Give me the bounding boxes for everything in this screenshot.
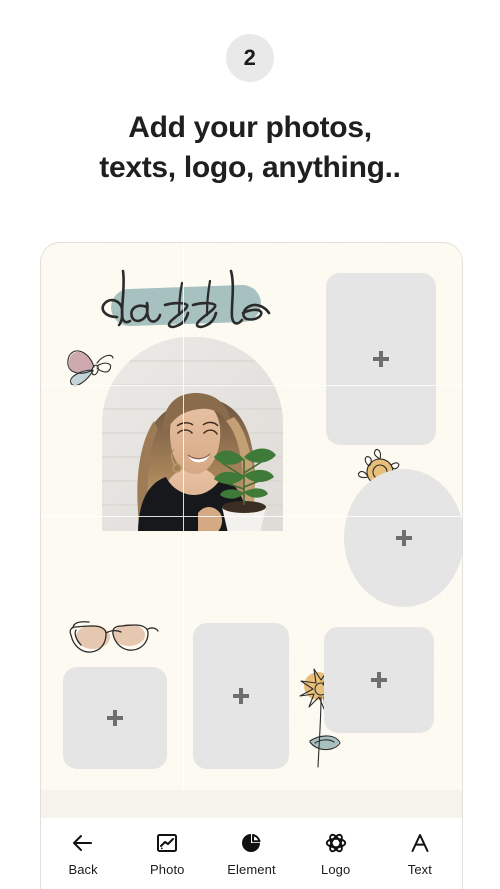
toolbar-label-logo: Logo xyxy=(320,861,351,877)
bottom-toolbar: Back Photo Element Logo Text xyxy=(40,818,463,889)
image-icon xyxy=(157,833,178,852)
placeholder-bottom-center[interactable] xyxy=(193,623,289,769)
plus-icon xyxy=(396,530,412,546)
photo-cell[interactable] xyxy=(94,337,291,531)
canvas-footer-strip xyxy=(41,790,462,818)
plus-icon xyxy=(107,710,123,726)
step-badge: 2 xyxy=(226,34,274,82)
placeholder-bottom-left[interactable] xyxy=(63,667,167,769)
photo-image xyxy=(102,337,284,531)
page-title: Add your photos, texts, logo, anything.. xyxy=(0,108,500,188)
toolbar-label-photo: Photo xyxy=(150,861,185,877)
collage-canvas[interactable] xyxy=(41,243,462,791)
onboarding-screen: 2 Add your photos, texts, logo, anything… xyxy=(0,0,500,889)
letter-a-icon xyxy=(411,833,429,852)
placeholder-bottom-right[interactable] xyxy=(324,627,434,733)
toolbar-item-photo[interactable]: Photo xyxy=(131,831,203,877)
pie-circle-icon xyxy=(242,833,261,852)
headline-line-2: texts, logo, anything.. xyxy=(99,150,401,184)
toolbar-item-back[interactable]: Back xyxy=(47,831,119,877)
headline-line-1: Add your photos, xyxy=(128,111,372,144)
arrow-left-icon xyxy=(73,834,93,851)
word-art-dazzle[interactable] xyxy=(89,259,289,337)
step-number: 2 xyxy=(243,45,257,70)
toolbar-item-logo[interactable]: Logo xyxy=(300,831,372,877)
plus-icon xyxy=(371,672,387,688)
plus-icon xyxy=(373,351,389,367)
flower-atom-icon xyxy=(325,833,346,852)
plus-icon xyxy=(233,688,249,704)
placeholder-top-right[interactable] xyxy=(326,273,436,445)
toolbar-item-element[interactable]: Element xyxy=(215,831,287,877)
collage-editor[interactable] xyxy=(40,242,463,818)
toolbar-item-text[interactable]: Text xyxy=(384,831,456,877)
toolbar-label-element: Element xyxy=(227,861,276,877)
toolbar-label-back: Back xyxy=(68,861,98,877)
placeholder-mid-right-oval[interactable] xyxy=(344,469,462,607)
script-text-dazzle xyxy=(101,269,271,329)
sunglasses-sticker[interactable] xyxy=(63,613,161,659)
toolbar-label-text: Text xyxy=(407,861,432,877)
